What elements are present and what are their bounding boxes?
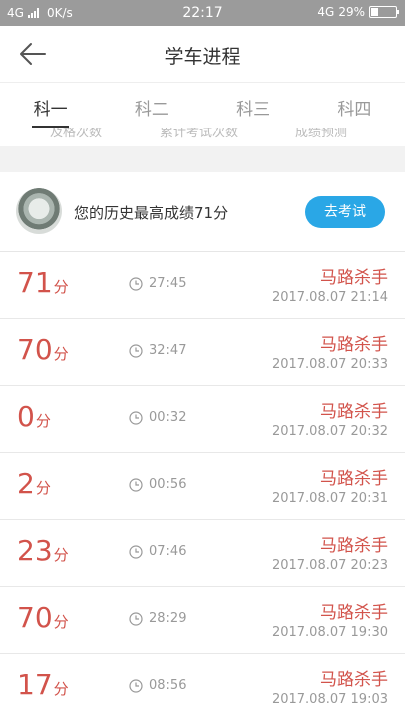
best-score-card: 您的历史最高成绩71分 去考试 xyxy=(0,172,405,252)
battery-icon xyxy=(369,6,399,18)
tab-subject-1[interactable]: 科一 xyxy=(0,83,101,128)
score-unit: 分 xyxy=(35,412,51,430)
tab-label: 科二 xyxy=(134,100,169,120)
record-score: 17分 xyxy=(17,668,69,701)
record-score: 70分 xyxy=(17,333,69,366)
duration-value: 32:47 xyxy=(149,343,187,358)
score-value: 71 xyxy=(17,266,53,299)
score-value: 70 xyxy=(17,333,53,366)
duration-value: 00:56 xyxy=(149,477,187,492)
record-duration: 32:47 xyxy=(129,343,186,358)
record-duration: 00:56 xyxy=(129,477,186,492)
record-row[interactable]: 0分 00:32 马路杀手 2017.08.07 20:32 xyxy=(0,386,405,453)
record-user: 马路杀手 xyxy=(320,469,388,489)
tab-subject-4[interactable]: 科四 xyxy=(304,83,405,128)
clock-icon xyxy=(129,611,143,626)
record-duration: 28:29 xyxy=(129,611,186,626)
record-row[interactable]: 17分 08:56 马路杀手 2017.08.07 19:03 xyxy=(0,654,405,720)
record-score: 70分 xyxy=(17,601,69,634)
score-value: 17 xyxy=(17,668,53,701)
duration-value: 00:32 xyxy=(149,410,187,425)
record-user: 马路杀手 xyxy=(320,335,388,355)
record-user: 马路杀手 xyxy=(320,402,388,422)
record-user: 马路杀手 xyxy=(320,603,388,623)
clock-icon xyxy=(129,410,143,425)
stat-label-prediction: 成绩预测 xyxy=(295,128,348,140)
record-row[interactable]: 70分 28:29 马路杀手 2017.08.07 19:30 xyxy=(0,587,405,654)
clock-icon xyxy=(129,544,143,559)
record-date: 2017.08.07 19:03 xyxy=(271,692,388,707)
status-bar: 4G 0K/s 22:17 4G 29% xyxy=(0,0,405,26)
clock-icon xyxy=(129,276,143,291)
score-value: 23 xyxy=(17,534,53,567)
record-user: 马路杀手 xyxy=(320,536,388,556)
record-date: 2017.08.07 20:32 xyxy=(271,424,388,439)
duration-value: 27:45 xyxy=(149,276,187,291)
stat-label-pass-count: 及格次数 xyxy=(50,128,103,140)
record-date: 2017.08.07 20:31 xyxy=(271,491,388,506)
tab-label: 科三 xyxy=(236,100,271,120)
record-duration: 08:56 xyxy=(129,678,186,693)
page-title: 学车进程 xyxy=(164,46,241,68)
subject-tabs: 科一 科二 科三 科四 xyxy=(0,82,405,128)
stat-label-total-exams: 累计考试次数 xyxy=(160,128,239,140)
stats-labels: 及格次数 累计考试次数 成绩预测 xyxy=(0,128,405,146)
score-unit: 分 xyxy=(35,479,51,497)
record-row[interactable]: 70分 32:47 马路杀手 2017.08.07 20:33 xyxy=(0,319,405,386)
duration-value: 07:46 xyxy=(149,544,187,559)
best-score-text: 您的历史最高成绩71分 xyxy=(74,204,229,222)
record-score: 0分 xyxy=(17,400,51,433)
record-date: 2017.08.07 20:33 xyxy=(271,357,388,372)
record-user: 马路杀手 xyxy=(320,670,388,690)
network-label-right: 4G xyxy=(317,5,335,19)
record-score: 23分 xyxy=(17,534,69,567)
record-date: 2017.08.07 19:30 xyxy=(271,625,388,640)
record-duration: 00:32 xyxy=(129,410,186,425)
avatar xyxy=(16,188,62,234)
duration-value: 08:56 xyxy=(149,678,187,693)
status-right: 4G 29% xyxy=(317,5,399,19)
record-user: 马路杀手 xyxy=(320,268,388,288)
score-unit: 分 xyxy=(53,278,69,296)
score-value: 2 xyxy=(17,467,35,500)
record-score: 2分 xyxy=(17,467,51,500)
record-score: 71分 xyxy=(17,266,69,299)
score-unit: 分 xyxy=(53,680,69,698)
app-header: 学车进程 xyxy=(0,26,405,82)
exam-record-list: 71分 27:45 马路杀手 2017.08.07 21:14 70分 32:47 马路杀手… xyxy=(0,252,405,720)
clock-icon xyxy=(129,477,143,492)
record-duration: 27:45 xyxy=(129,276,186,291)
battery-fill xyxy=(371,8,378,16)
tab-subject-3[interactable]: 科三 xyxy=(203,83,304,128)
record-duration: 07:46 xyxy=(129,544,186,559)
score-value: 70 xyxy=(17,601,53,634)
record-date: 2017.08.07 21:14 xyxy=(271,290,388,305)
score-unit: 分 xyxy=(53,546,69,564)
score-value: 0 xyxy=(17,400,35,433)
duration-value: 28:29 xyxy=(149,611,187,626)
battery-percent: 29% xyxy=(338,5,365,19)
record-row[interactable]: 2分 00:56 马路杀手 2017.08.07 20:31 xyxy=(0,453,405,520)
record-row[interactable]: 71分 27:45 马路杀手 2017.08.07 21:14 xyxy=(0,252,405,319)
record-row[interactable]: 23分 07:46 马路杀手 2017.08.07 20:23 xyxy=(0,520,405,587)
record-date: 2017.08.07 20:23 xyxy=(271,558,388,573)
score-unit: 分 xyxy=(53,345,69,363)
tab-label: 科一 xyxy=(33,100,68,120)
tab-label: 科四 xyxy=(337,100,372,120)
tab-subject-2[interactable]: 科二 xyxy=(101,83,202,128)
go-exam-button[interactable]: 去考试 xyxy=(305,196,385,228)
clock-icon xyxy=(129,678,143,693)
score-unit: 分 xyxy=(53,613,69,631)
clock-icon xyxy=(129,343,143,358)
